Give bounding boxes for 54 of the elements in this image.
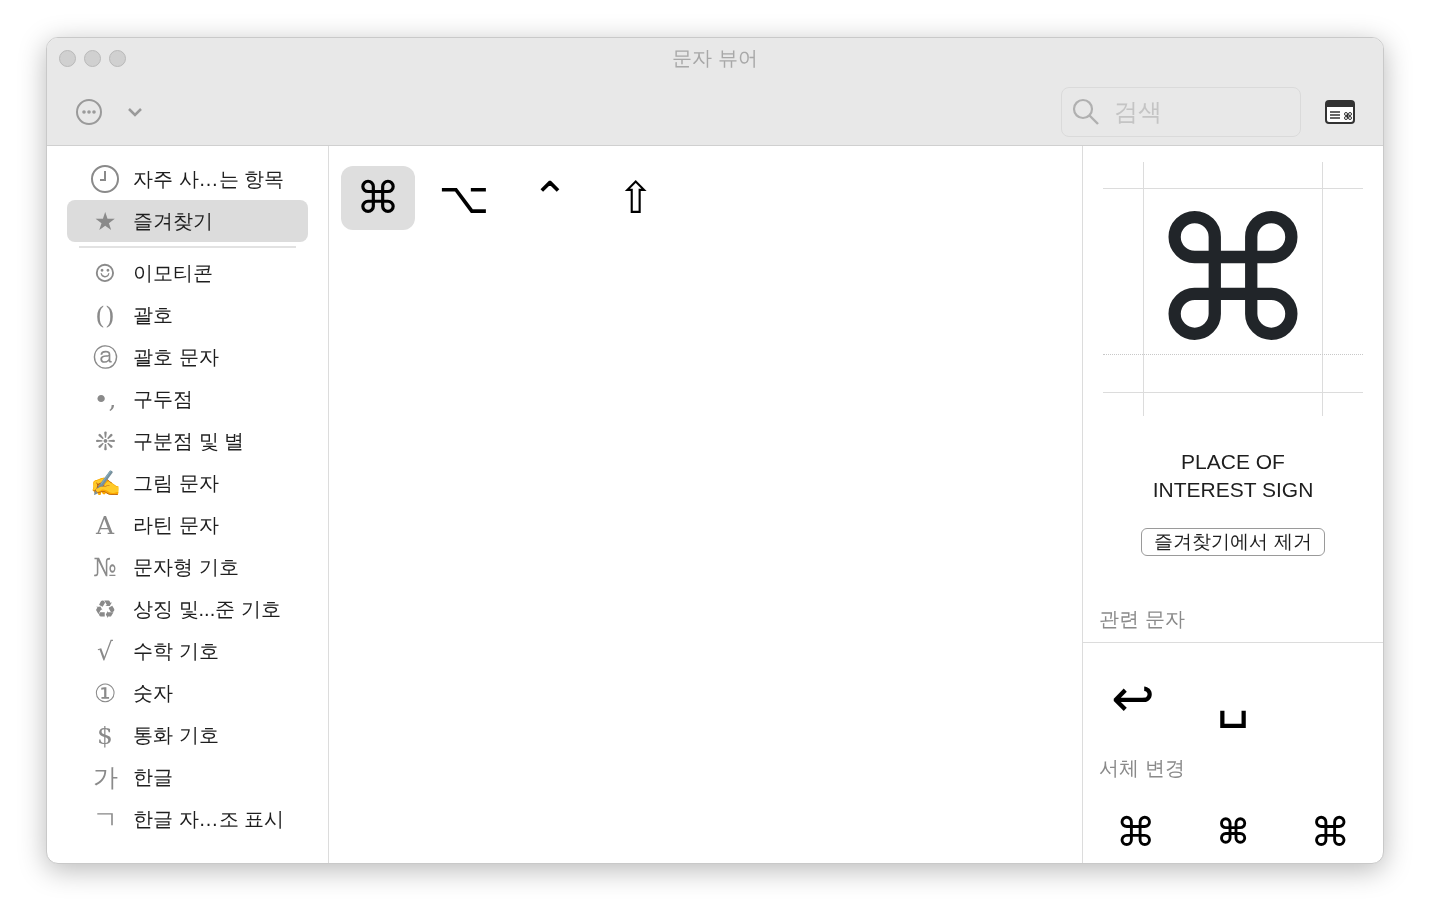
category-icon: 가 (89, 764, 121, 790)
sidebar-item[interactable]: ☺ 이모티콘 (67, 252, 308, 294)
character-tile[interactable]: ⇧ (599, 166, 673, 230)
clock-icon (90, 164, 120, 194)
view-toggle-icon[interactable] (1325, 99, 1355, 124)
sidebar-item[interactable]: ✍ 그림 문자 (67, 462, 308, 504)
font-variant-character[interactable]: ⌘ (1281, 809, 1379, 855)
sidebar-item[interactable]: ♻ 상징 및...준 기호 (67, 588, 308, 630)
sidebar-item[interactable]: 자주 사…는 항목 (67, 158, 308, 200)
category-icon: ★ (89, 208, 121, 234)
window-control-button[interactable] (84, 49, 101, 67)
category-icon: ⓐ (89, 344, 121, 370)
category-icon: ❊ (89, 428, 121, 454)
search-icon (1072, 97, 1100, 126)
section-heading: 서체 변경 (1099, 757, 1185, 779)
category-icon: ① (89, 680, 121, 706)
more-options-icon[interactable] (75, 97, 103, 126)
character-tile[interactable]: ⌃ (513, 166, 587, 230)
category-icon: ☺ (89, 260, 121, 286)
sidebar-item[interactable]: ★ 즐겨찾기 (67, 200, 308, 242)
character-name: PLACE OF INTEREST SIGN (1151, 449, 1315, 503)
category-icon: •, (89, 386, 121, 412)
character-preview: ⌘ (1148, 182, 1318, 380)
window-control-button[interactable] (109, 49, 126, 67)
category-icon: ㄱ (89, 806, 121, 832)
window-title: 문자 뷰어 (672, 47, 758, 69)
sidebar-item[interactable]: 가 한글 (67, 756, 308, 798)
category-icon: $ (89, 722, 121, 748)
category-icon: ✍ (89, 470, 121, 496)
sidebar-item[interactable]: () 괄호 (67, 294, 308, 336)
related-character[interactable]: ↩ (1083, 667, 1183, 729)
font-variant-character[interactable]: ⌘ (1087, 809, 1185, 855)
remove-favorite-button[interactable]: 즐겨찾기에서 제거 (1141, 528, 1325, 556)
sidebar-item[interactable]: •, 구두점 (67, 378, 308, 420)
sidebar-item[interactable]: ⓐ 괄호 문자 (67, 336, 308, 378)
sidebar-item[interactable]: √ 수학 기호 (67, 630, 308, 672)
related-character[interactable]: ␣ (1183, 667, 1283, 729)
sidebar-item[interactable]: ㄱ 한글 자…조 표시 (67, 798, 308, 840)
chevron-down-icon[interactable] (127, 106, 143, 117)
sidebar-item[interactable]: № 문자형 기호 (67, 546, 308, 588)
sidebar-item[interactable]: ① 숫자 (67, 672, 308, 714)
sidebar-item[interactable]: A 라틴 문자 (67, 504, 308, 546)
sidebar-item[interactable]: ❊ 구분점 및 별 (67, 420, 308, 462)
character-tile[interactable]: ⌥ (427, 166, 501, 230)
window-control-button[interactable] (59, 49, 76, 67)
category-icon: ♻ (89, 596, 121, 622)
section-heading: 관련 문자 (1099, 608, 1185, 630)
category-icon: () (89, 302, 121, 328)
category-icon: № (89, 554, 121, 580)
category-icon: A (89, 512, 121, 538)
category-icon: √ (89, 638, 121, 664)
font-variant-character[interactable]: ⌘ (1184, 809, 1282, 855)
character-tile[interactable]: ⌘ (341, 166, 415, 230)
sidebar-item[interactable]: $ 통화 기호 (67, 714, 308, 756)
